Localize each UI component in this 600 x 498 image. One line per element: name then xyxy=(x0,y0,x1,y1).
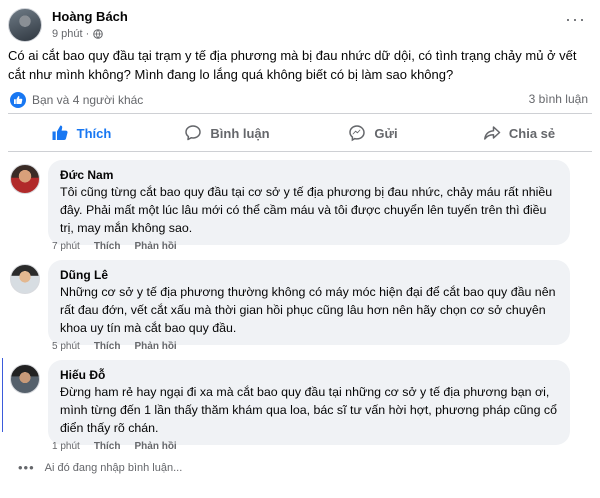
more-icon[interactable]: ··· xyxy=(565,10,586,28)
like-reaction-icon xyxy=(10,92,26,108)
comment-reply-link[interactable]: Phản hồi xyxy=(134,241,176,252)
comment-text: Đừng ham rẻ hay ngại đi xa mà cắt bao qu… xyxy=(60,385,557,435)
divider xyxy=(8,151,592,152)
post-meta: 9 phút · xyxy=(52,28,104,40)
comment-meta: 1 phút Thích Phản hồi xyxy=(52,441,177,452)
reactions-summary[interactable]: Bạn và 4 người khác xyxy=(10,92,143,108)
typing-dots-icon: ••• xyxy=(18,460,35,475)
comment-reply-link[interactable]: Phản hồi xyxy=(134,441,176,452)
facebook-post: Hoàng Bách 9 phút · ··· Có ai cắt bao qu… xyxy=(0,0,600,498)
commenter-name[interactable]: Dũng Lê xyxy=(60,267,558,283)
like-thumb-icon xyxy=(52,125,68,140)
post-header: Hoàng Bách 9 phút · ··· xyxy=(8,6,592,42)
globe-icon xyxy=(93,29,104,39)
send-button[interactable]: Gửi xyxy=(300,116,446,150)
share-icon xyxy=(483,126,501,140)
comment-like-link[interactable]: Thích xyxy=(94,241,121,252)
comment-bubble: Dũng Lê Những cơ sở y tế địa phương thườ… xyxy=(48,260,570,345)
post-time[interactable]: 9 phút · xyxy=(52,28,89,40)
action-bar: Thích Bình luận Gửi Chia sẻ xyxy=(8,116,592,150)
typing-text: Ai đó đang nhập bình luận... xyxy=(44,462,183,474)
comment-meta: 5 phút Thích Phản hồi xyxy=(52,341,177,352)
comment-label: Bình luận xyxy=(210,125,270,141)
comment-like-link[interactable]: Thích xyxy=(94,341,121,352)
comment-text: Những cơ sở y tế địa phương thường không… xyxy=(60,285,556,335)
comment-text: Tôi cũng từng cắt bao quy đầu tại cơ sở … xyxy=(60,185,553,235)
like-label: Thích xyxy=(76,125,112,141)
comment-time[interactable]: 1 phút xyxy=(52,441,80,452)
typing-indicator: ••• Ai đó đang nhập bình luận... xyxy=(18,460,183,475)
author-avatar[interactable] xyxy=(8,8,42,42)
commenter-name[interactable]: Đức Nam xyxy=(60,167,558,183)
author-name[interactable]: Hoàng Bách xyxy=(52,9,128,24)
share-label: Chia sẻ xyxy=(508,125,556,141)
comment-time[interactable]: 7 phút xyxy=(52,241,80,252)
comment-time[interactable]: 5 phút xyxy=(52,341,80,352)
comment-icon xyxy=(185,125,202,141)
comment-like-link[interactable]: Thích xyxy=(94,441,121,452)
post-text: Có ai cắt bao quy đầu tại trạm y tế địa … xyxy=(8,48,577,82)
commenter-avatar[interactable] xyxy=(10,164,40,194)
share-button[interactable]: Chia sẻ xyxy=(446,116,592,150)
comment-reply-link[interactable]: Phản hồi xyxy=(134,341,176,352)
comment-bubble: Đức Nam Tôi cũng từng cắt bao quy đầu tạ… xyxy=(48,160,570,245)
comment-bubble: Hiếu Đỗ Đừng ham rẻ hay ngại đi xa mà cắ… xyxy=(48,360,570,445)
divider xyxy=(8,113,592,114)
commenter-name[interactable]: Hiếu Đỗ xyxy=(60,367,558,383)
reactions-text: Bạn và 4 người khác xyxy=(32,93,144,107)
comments-count[interactable]: 3 bình luận xyxy=(529,92,588,106)
comment-meta: 7 phút Thích Phản hồi xyxy=(52,241,177,252)
send-icon xyxy=(349,125,366,142)
commenter-avatar[interactable] xyxy=(10,264,40,294)
comment-button[interactable]: Bình luận xyxy=(154,116,300,150)
send-label: Gửi xyxy=(374,125,398,141)
commenter-avatar[interactable] xyxy=(10,364,40,394)
thread-line xyxy=(2,358,3,432)
like-button[interactable]: Thích xyxy=(8,116,154,150)
